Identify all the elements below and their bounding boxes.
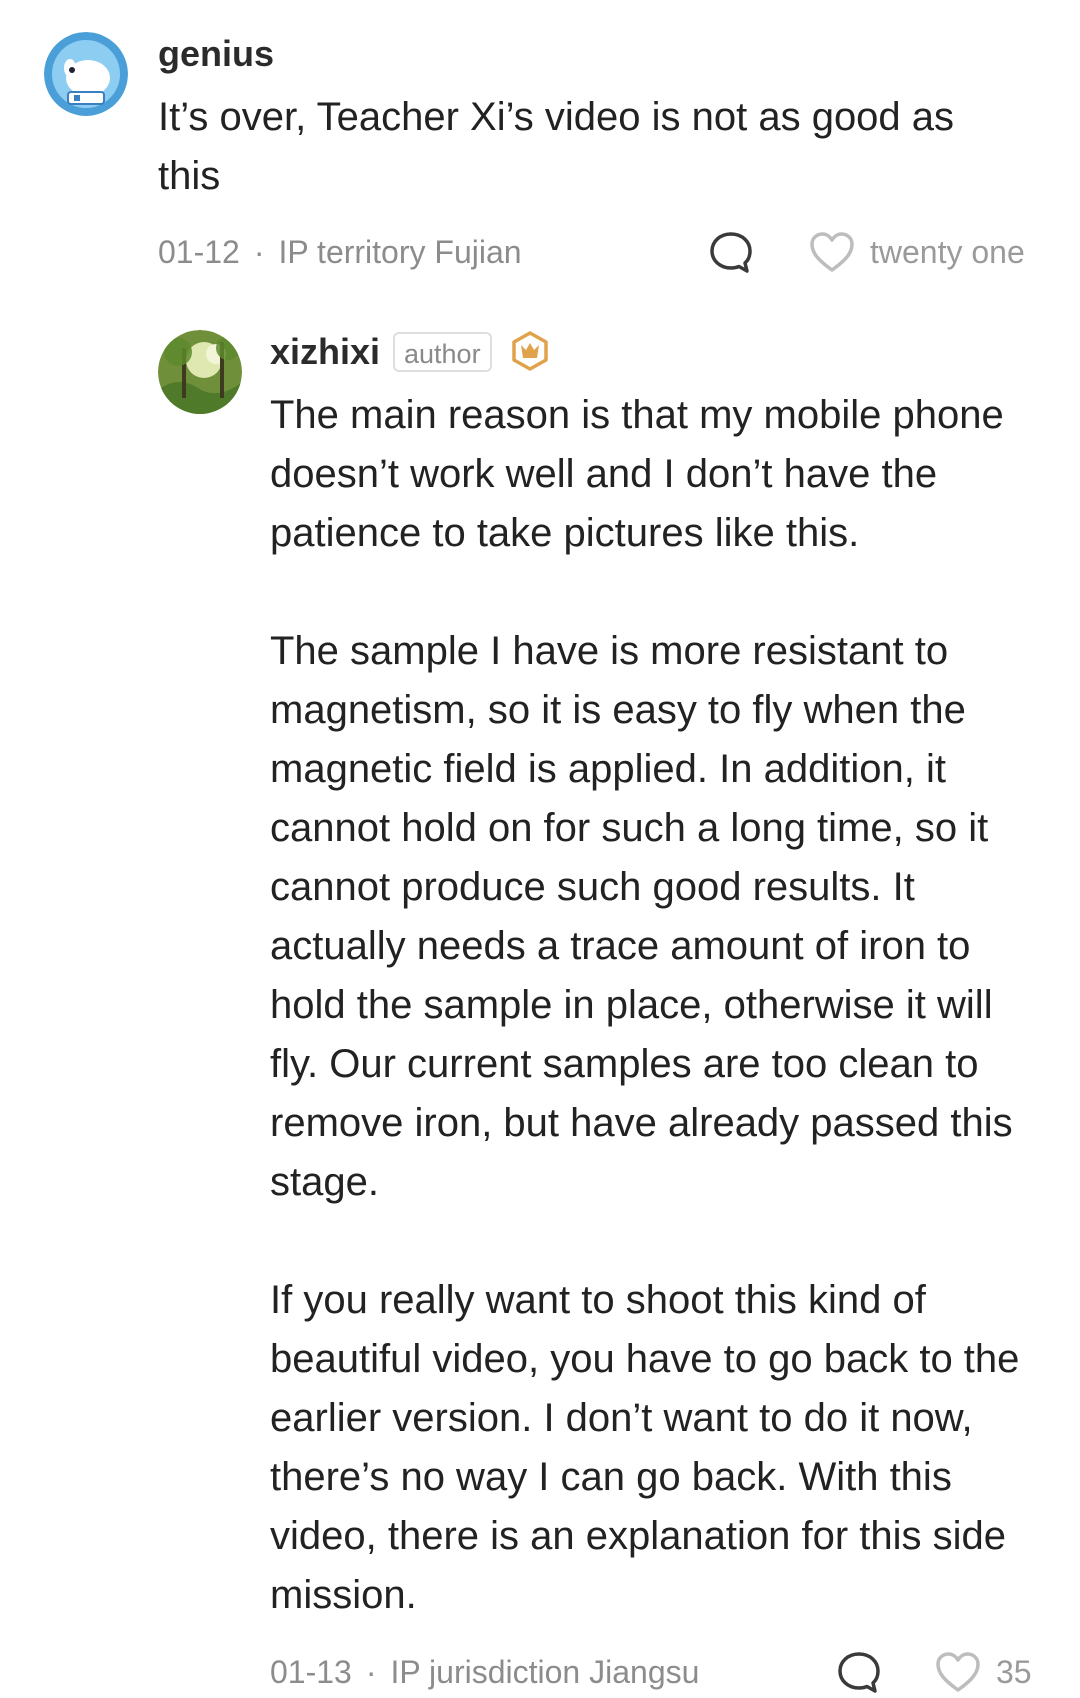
reply-button[interactable] [836,1650,882,1696]
heart-outline-icon [936,1652,980,1692]
reply-text: The main reason is that my mobile phone … [270,393,1020,1617]
speech-bubble-icon [710,232,752,273]
user-avatar-image [44,32,128,116]
like-count: twenty one [870,234,1025,270]
reply-button[interactable] [708,230,754,276]
comment-item: genius It’s over, Teacher Xi’s video is … [0,0,1080,280]
reply-meta: 01-13 · IP jurisdiction Jiangsu [270,1652,699,1692]
reply-ip-location: IP jurisdiction Jiangsu [390,1654,700,1690]
comment-date: 01-12 [158,234,240,270]
reply-username[interactable]: xizhixi [270,330,380,374]
meta-separator: · [365,1654,377,1690]
crown-badge-icon [510,331,550,376]
meta-separator: · [253,234,265,270]
user-avatar-image [158,330,242,414]
heart-outline-icon [810,232,854,272]
avatar[interactable] [158,330,242,414]
avatar[interactable] [44,32,128,116]
comment-text: It’s over, Teacher Xi’s video is not as … [158,95,966,198]
comment-meta: 01-12 · IP territory Fujian [158,232,522,272]
like-count: 35 [996,1654,1032,1690]
like-button[interactable]: twenty one [808,230,1025,274]
reply-item: xizhixi author The main reason is that m… [0,280,1080,1698]
speech-bubble-icon [838,1652,880,1693]
comment-ip-location: IP territory Fujian [278,234,522,270]
like-button[interactable]: 35 [934,1650,1032,1694]
comment-username[interactable]: genius [158,32,274,76]
reply-date: 01-13 [270,1654,352,1690]
author-badge: author [393,332,492,372]
